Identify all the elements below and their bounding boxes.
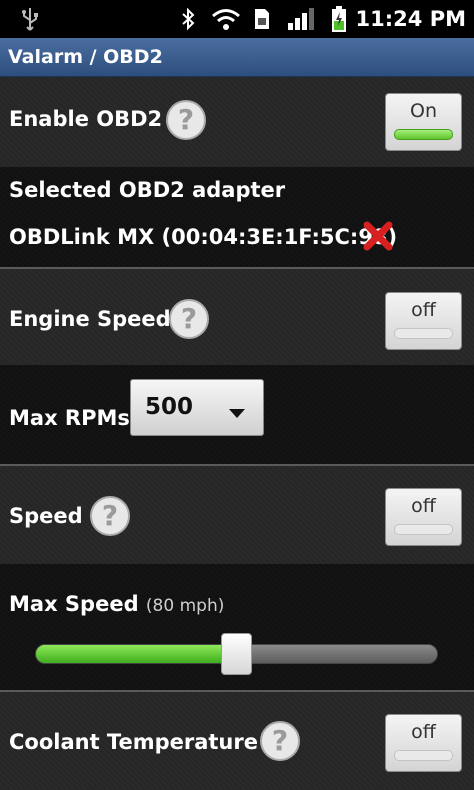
setting-engine-speed: Engine Speed ? off — [0, 269, 474, 365]
toggle-state-label: On — [410, 100, 437, 122]
coolant-temperature-toggle[interactable]: off — [385, 714, 462, 772]
toggle-indicator — [394, 524, 453, 535]
toggle-state-label: off — [411, 495, 436, 517]
toggle-state-label: off — [411, 299, 436, 321]
engine-speed-label: Engine Speed — [9, 307, 171, 331]
speed-label: Speed — [9, 504, 83, 528]
slider-fill — [36, 645, 237, 663]
selected-adapter-section: Selected OBD2 adapter OBDLink MX (00:04:… — [0, 167, 474, 267]
chevron-down-icon — [229, 404, 245, 423]
setting-enable-obd2: Enable OBD2 ? On — [0, 77, 474, 167]
speed-toggle[interactable]: off — [385, 488, 462, 546]
help-icon[interactable]: ? — [166, 100, 206, 140]
max-rpms-label: Max RPMs — [9, 406, 130, 430]
max-speed-label: Max Speed (80 mph) — [9, 592, 224, 616]
slider-thumb[interactable] — [221, 633, 252, 675]
help-icon[interactable]: ? — [90, 496, 130, 536]
engine-speed-toggle[interactable]: off — [385, 292, 462, 350]
toggle-indicator — [394, 750, 453, 761]
x-icon[interactable] — [362, 220, 394, 256]
signal-icon — [287, 0, 315, 38]
battery-charging-icon — [330, 0, 348, 38]
selected-adapter-label: Selected OBD2 adapter — [9, 178, 286, 202]
adapter-name: OBDLink MX (00:04:3E:1F:5C:98) — [9, 225, 398, 249]
toggle-indicator — [394, 129, 453, 140]
page-title: Valarm / OBD2 — [8, 46, 163, 68]
status-bar: 11:24 PM — [0, 0, 474, 38]
help-icon[interactable]: ? — [169, 299, 209, 339]
wifi-icon — [211, 0, 241, 38]
bluetooth-icon — [180, 0, 196, 38]
help-icon[interactable]: ? — [260, 721, 300, 761]
coolant-temperature-label: Coolant Temperature — [9, 730, 258, 754]
dropdown-value: 500 — [145, 394, 194, 420]
enable-obd2-label: Enable OBD2 — [9, 107, 163, 131]
clock: 11:24 PM — [355, 7, 466, 31]
enable-obd2-toggle[interactable]: On — [385, 93, 462, 151]
sim-icon — [253, 0, 271, 38]
app-title-bar: Valarm / OBD2 — [0, 38, 474, 77]
max-rpms-dropdown[interactable]: 500 — [130, 379, 264, 436]
max-speed-unit: (80 mph) — [145, 596, 225, 616]
usb-icon — [20, 0, 40, 38]
setting-coolant-temperature: Coolant Temperature ? off — [0, 692, 474, 790]
setting-speed: Speed ? off — [0, 466, 474, 564]
max-speed-title: Max Speed — [9, 592, 139, 616]
toggle-state-label: off — [411, 721, 436, 743]
toggle-indicator — [394, 328, 453, 339]
